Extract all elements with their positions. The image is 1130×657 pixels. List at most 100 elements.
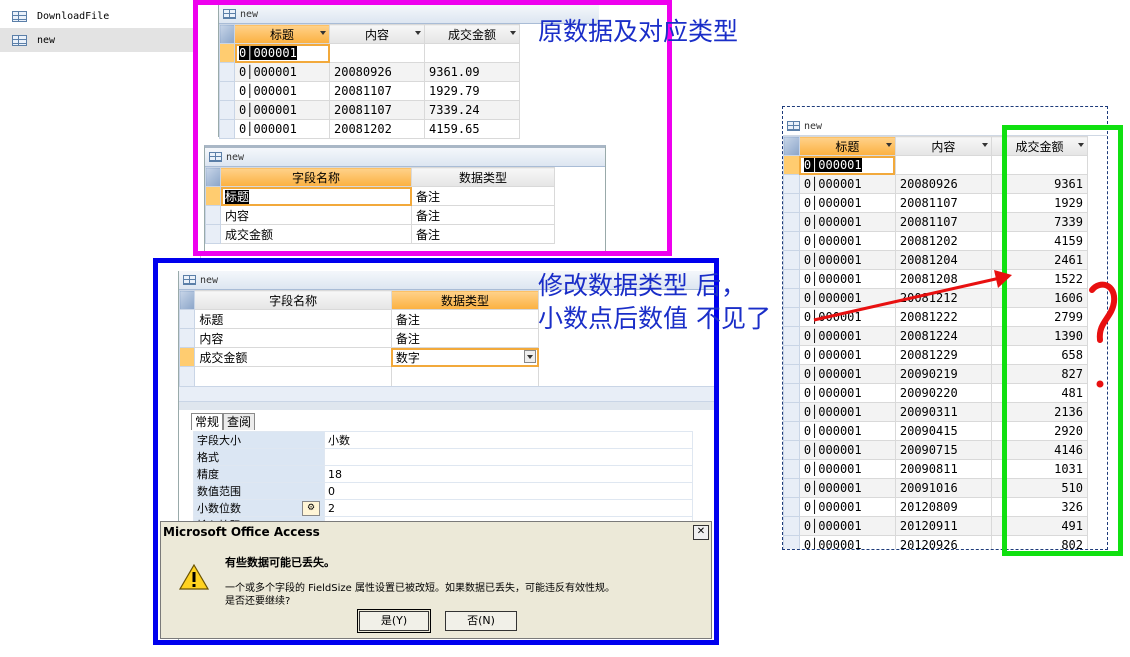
table-cell[interactable]: 1929.79 (424, 81, 520, 101)
table-cell[interactable]: 内容 (220, 205, 412, 225)
table-cell[interactable]: 0│000001 (234, 100, 330, 120)
table-cell[interactable]: 0│000001 (798, 402, 896, 422)
table-cell[interactable]: 内容 (194, 328, 392, 348)
table-cell[interactable]: 20120926 (894, 535, 992, 549)
table-cell[interactable]: 0│000001 (798, 535, 896, 549)
select-all-corner[interactable] (178, 290, 196, 310)
table-row[interactable]: 0│000001 20080926 9361.09 (219, 62, 599, 82)
select-all-corner[interactable] (783, 136, 800, 156)
table-cell[interactable]: 7339.24 (424, 100, 520, 120)
column-header-amount[interactable]: 成交金额 (424, 24, 520, 44)
table-cell[interactable]: 0│000001 (234, 119, 330, 139)
yes-button[interactable]: 是(Y) (357, 609, 431, 633)
row-selector[interactable] (783, 459, 800, 479)
table-cell[interactable]: 20120809 (894, 497, 992, 517)
table-row[interactable]: 内容 备注 (178, 328, 540, 348)
row-selector[interactable] (205, 205, 221, 225)
table-cell[interactable]: 20081202 (894, 231, 992, 251)
table-cell[interactable]: 0│000001 (234, 62, 330, 82)
table-cell[interactable]: 备注 (411, 224, 555, 244)
table-cell[interactable]: 0│000001 (798, 421, 896, 441)
row-selector[interactable] (783, 155, 800, 175)
row-selector[interactable] (783, 212, 800, 232)
table-cell[interactable]: 0│000001 (798, 174, 896, 194)
property-value[interactable]: 2 (324, 499, 693, 517)
row-selector[interactable] (783, 535, 800, 549)
row-selector[interactable] (783, 402, 800, 422)
table-cell[interactable]: 20090311 (894, 402, 992, 422)
row-selector[interactable] (783, 307, 800, 327)
table-cell[interactable]: 标题 (220, 186, 412, 206)
table-cell[interactable]: 0│000001 (798, 478, 896, 498)
table-cell[interactable]: 成交金额 (194, 347, 392, 367)
table-cell[interactable] (424, 43, 520, 63)
table-row[interactable]: 内容 备注 (205, 205, 600, 225)
table-cell[interactable]: 0│000001 (798, 193, 896, 213)
row-selector[interactable] (783, 478, 800, 498)
row-selector[interactable] (783, 516, 800, 536)
table-row[interactable]: 成交金额 数字 (178, 347, 540, 367)
column-header-content[interactable]: 内容 (329, 24, 425, 44)
nav-item-downloadfile[interactable]: DownloadFile (0, 4, 200, 28)
table-cell[interactable]: 成交金额 (220, 224, 412, 244)
select-all-corner[interactable] (205, 167, 221, 187)
table-cell[interactable]: 0│000001 (798, 155, 896, 175)
table-cell[interactable]: 0│000001 (798, 212, 896, 232)
nav-item-new[interactable]: new (0, 28, 200, 52)
table-row[interactable]: 标题 备注 (205, 186, 600, 206)
table-cell[interactable]: 20090811 (894, 459, 992, 479)
table-cell[interactable]: 9361.09 (424, 62, 520, 82)
table-cell[interactable]: 20080926 (329, 62, 425, 82)
table-row[interactable]: 标题 备注 (178, 309, 540, 329)
row-selector[interactable] (783, 440, 800, 460)
property-value[interactable] (324, 448, 693, 466)
row-selector[interactable] (783, 269, 800, 289)
row-selector[interactable] (783, 231, 800, 251)
row-selector[interactable] (783, 345, 800, 365)
table-cell[interactable] (894, 155, 992, 175)
table-cell[interactable]: 0│000001 (798, 516, 896, 536)
property-value[interactable]: 小数 (324, 431, 693, 449)
property-row[interactable]: 小数位数 ⚙ 2 (193, 499, 693, 517)
table-cell[interactable]: 20081202 (329, 119, 425, 139)
table-row[interactable]: 0│000001 20081107 7339.24 (219, 100, 599, 120)
row-selector[interactable] (178, 328, 196, 348)
table-cell[interactable]: 0│000001 (234, 43, 330, 63)
row-selector[interactable] (783, 250, 800, 270)
table-cell[interactable]: 0│000001 (798, 459, 896, 479)
table-cell[interactable]: 20080926 (894, 174, 992, 194)
table-cell[interactable]: 标题 (194, 309, 392, 329)
property-row[interactable]: 格式 (193, 448, 693, 466)
close-icon[interactable]: ✕ (693, 524, 709, 540)
table-cell[interactable]: 20090715 (894, 440, 992, 460)
row-selector[interactable] (783, 288, 800, 308)
property-value[interactable]: 18 (324, 465, 693, 483)
table-cell[interactable]: 备注 (411, 186, 555, 206)
row-selector[interactable] (783, 383, 800, 403)
builder-icon[interactable]: ⚙ (302, 501, 320, 516)
design-scrollbar[interactable] (179, 386, 714, 402)
table-cell[interactable]: 备注 (390, 328, 540, 348)
no-button[interactable]: 否(N) (445, 611, 517, 631)
table-row[interactable]: 0│000001 20081107 1929.79 (219, 81, 599, 101)
table-row[interactable]: 0│000001 20081202 4159.65 (219, 119, 599, 139)
pane-divider[interactable] (179, 402, 714, 410)
column-header-title[interactable]: 标题 (234, 24, 330, 44)
table-row[interactable]: 成交金额 备注 (205, 224, 600, 244)
table-cell[interactable]: 20120911 (894, 516, 992, 536)
table-cell[interactable]: 0│000001 (234, 81, 330, 101)
column-header-content[interactable]: 内容 (894, 136, 992, 156)
table-cell[interactable]: 0│000001 (798, 497, 896, 517)
row-selector[interactable] (178, 309, 196, 329)
row-selector[interactable] (783, 364, 800, 384)
row-selector[interactable] (205, 186, 221, 206)
property-row[interactable]: 精度 18 (193, 465, 693, 483)
table-cell[interactable]: 20091016 (894, 478, 992, 498)
row-selector[interactable] (783, 174, 800, 194)
row-selector[interactable] (219, 43, 235, 63)
row-selector[interactable] (783, 326, 800, 346)
table-cell[interactable]: 20090415 (894, 421, 992, 441)
table-cell[interactable]: 20081107 (894, 212, 992, 232)
row-selector[interactable] (783, 193, 800, 213)
select-all-corner[interactable] (219, 24, 235, 44)
